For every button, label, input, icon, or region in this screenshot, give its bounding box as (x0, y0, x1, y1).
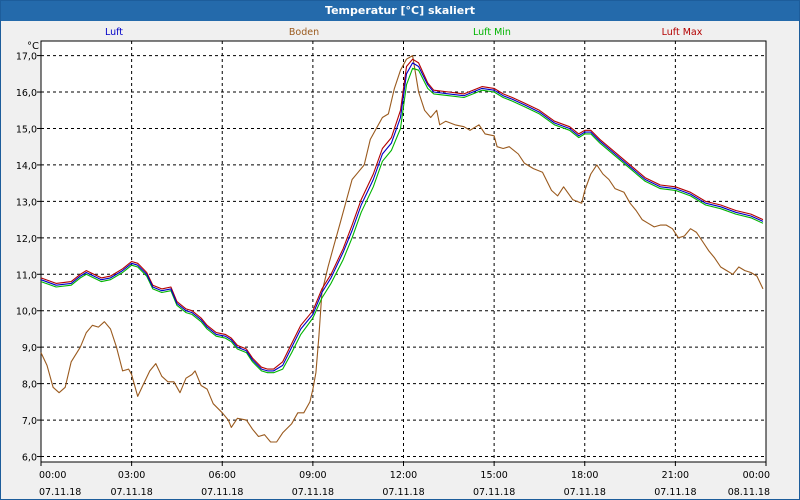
y-tick-label: 8,0 (22, 380, 37, 391)
legend-item: Luft Max (662, 27, 703, 38)
y-tick-label: 9,0 (22, 343, 37, 354)
x-tick-label-time: 03:00 (118, 470, 145, 481)
y-tick-label: 12,0 (16, 234, 37, 245)
y-tick-label: 14,0 (16, 161, 37, 172)
y-tick-label: 16,0 (16, 88, 37, 99)
legend: Luft Boden Luft Min Luft Max (105, 27, 703, 38)
temperature-chart: 6,0 7,0 8,0 9,0 10,0 11,0 12,0 13,0 14,0 15,0 16,0… (16, 27, 770, 498)
legend-item: Luft (105, 27, 123, 38)
y-axis-unit: °C (27, 41, 39, 52)
y-tick-label: 10,0 (16, 307, 37, 318)
chart-window: Temperatur [°C] skaliert 6,0 7,0 8,0 9,0 10,… (0, 0, 800, 500)
x-tick-label-time: 12:00 (390, 470, 417, 481)
x-tick-label-date: 07.11.18 (110, 487, 152, 498)
y-tick-label: 13,0 (16, 197, 37, 208)
legend-item: Luft Min (473, 27, 511, 38)
x-tick-label-date: 07.11.18 (201, 487, 243, 498)
x-tick-label-date: 07.11.18 (39, 487, 81, 498)
x-tick-label-time: 18:00 (571, 470, 598, 481)
x-tick-label-date: 07.11.18 (473, 487, 515, 498)
x-tick-label-date: 07.11.18 (292, 487, 334, 498)
x-tick-label-date: 07.11.18 (564, 487, 606, 498)
x-tick-label-time: 09:00 (299, 470, 326, 481)
y-tick-label: 11,0 (16, 270, 37, 281)
y-tick-label: 15,0 (16, 124, 37, 135)
y-axis: 6,0 7,0 8,0 9,0 10,0 11,0 12,0 13,0 14,0 15,0 16,0… (16, 52, 41, 464)
x-tick-label-date: 07.11.18 (654, 487, 696, 498)
legend-item: Boden (289, 27, 319, 38)
x-tick-label-time: 00:00 (39, 470, 66, 481)
y-tick-label: 6,0 (22, 453, 37, 464)
x-tick-label-date: 07.11.18 (382, 487, 424, 498)
x-tick-label-time: 00:00 (743, 470, 770, 481)
x-tick-label-time: 06:00 (209, 470, 236, 481)
x-tick-label-date: 08.11.18 (728, 487, 770, 498)
y-tick-label: 7,0 (22, 416, 37, 427)
y-tick-label: 17,0 (16, 52, 37, 63)
x-axis: 00:00 07.11.18 03:00 07.11.18 06:00 07.11.18 0… (39, 462, 770, 498)
x-tick-label-time: 15:00 (480, 470, 507, 481)
x-tick-label-time: 21:00 (662, 470, 689, 481)
